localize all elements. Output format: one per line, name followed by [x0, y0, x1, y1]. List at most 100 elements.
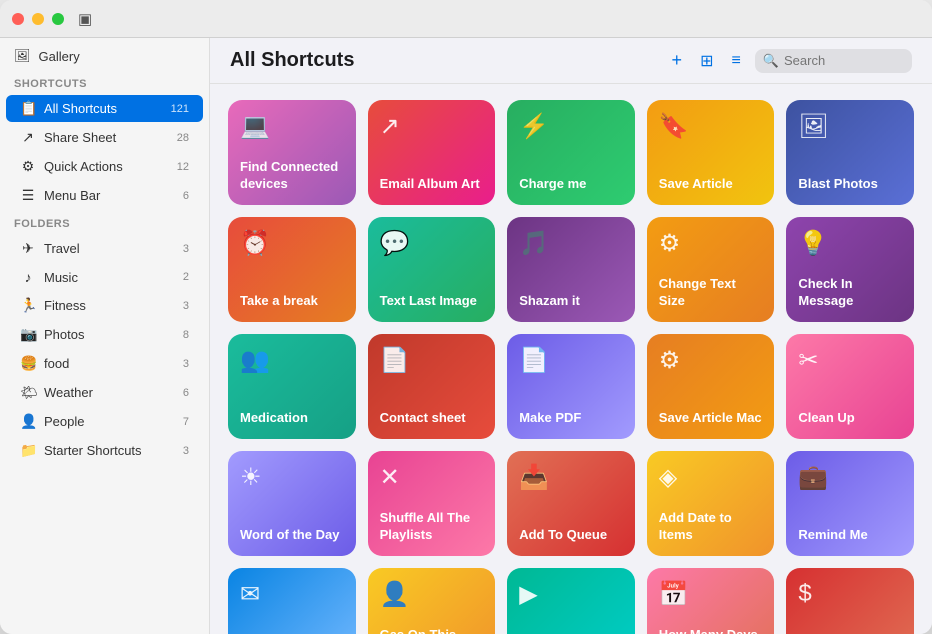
sidebar-item-travel[interactable]: ✈ Travel 3 [6, 235, 203, 262]
sidebar-item-photos[interactable]: 📷 Photos 8 [6, 321, 203, 348]
shortcut-label-email-album-art: Email Album Art [380, 176, 484, 193]
starter-shortcuts-icon: 📁 [20, 442, 36, 459]
travel-badge: 3 [183, 243, 189, 255]
sidebar-item-quick-actions[interactable]: ⚙ Quick Actions 12 [6, 153, 203, 180]
shortcut-label-take-a-break: Take a break [240, 293, 344, 310]
music-badge: 2 [183, 271, 189, 283]
shortcut-card-blast-photos[interactable]: 🖼 Blast Photos [786, 100, 914, 205]
quick-actions-label: Quick Actions [44, 159, 123, 174]
quick-actions-badge: 12 [177, 161, 189, 173]
shortcut-icon-contact-sheet: 📄 [380, 346, 484, 375]
shortcut-icon-find-connected: 💻 [240, 112, 344, 141]
add-shortcut-button[interactable]: + [668, 48, 687, 73]
fitness-icon: 🏃 [20, 297, 36, 314]
shortcut-label-medication: Medication [240, 410, 344, 427]
shortcut-card-gas-on-this-street[interactable]: 👤 Gas On This Street [368, 568, 496, 634]
shortcut-label-change-text-size: Change Text Size [659, 276, 763, 310]
sidebar-item-weather[interactable]: 🌤 Weather 6 [6, 379, 203, 406]
window: ▣ 🖼 Gallery Shortcuts 📋 All Shortcuts 12… [0, 0, 932, 634]
music-label: Music [44, 270, 78, 285]
sidebar-item-share-sheet[interactable]: ↗ Share Sheet 28 [6, 124, 203, 151]
shortcut-icon-take-a-break: ⏰ [240, 229, 344, 258]
shortcut-card-calculate-tip[interactable]: $ Calculate Tip [786, 568, 914, 634]
shortcut-label-save-article: Save Article [659, 176, 763, 193]
list-view-button[interactable]: ≡ [727, 50, 744, 72]
shortcut-card-how-many-days-until[interactable]: 📅 How Many Days Until [647, 568, 775, 634]
travel-label: Travel [44, 241, 80, 256]
folders-section-label: Folders [0, 210, 209, 234]
shortcut-card-add-date-to-items[interactable]: ◈ Add Date to Items [647, 451, 775, 556]
shortcut-icon-add-to-queue: 📥 [519, 463, 623, 492]
search-icon: 🔍 [763, 53, 779, 69]
shortcut-card-text-last-image[interactable]: 💬 Text Last Image [368, 217, 496, 322]
panel-title: All Shortcuts [230, 49, 668, 72]
shortcut-card-shuffle-all-playlists[interactable]: ✕ Shuffle All The Playlists [368, 451, 496, 556]
shortcut-card-save-article[interactable]: 🔖 Save Article [647, 100, 775, 205]
sidebar-item-food[interactable]: 🍔 food 3 [6, 350, 203, 377]
shortcut-label-make-pdf: Make PDF [519, 410, 623, 427]
shortcut-card-clean-up[interactable]: ✂ Clean Up [786, 334, 914, 439]
sidebar-toggle-icon[interactable]: ▣ [78, 10, 92, 28]
music-icon: ♪ [20, 269, 36, 285]
shortcut-card-change-text-size[interactable]: ⚙ Change Text Size [647, 217, 775, 322]
all-shortcuts-label: All Shortcuts [44, 101, 117, 116]
shortcut-label-clean-up: Clean Up [798, 410, 902, 427]
share-sheet-label: Share Sheet [44, 130, 116, 145]
shortcut-card-find-connected[interactable]: 💻 Find Connected devices [228, 100, 356, 205]
all-shortcuts-icon: 📋 [20, 100, 36, 117]
shortcut-card-contact-sheet[interactable]: 📄 Contact sheet [368, 334, 496, 439]
shortcut-card-save-article-mac[interactable]: ⚙ Save Article Mac [647, 334, 775, 439]
shortcut-card-word-of-the-day[interactable]: ☀ Word of the Day [228, 451, 356, 556]
close-button[interactable] [12, 13, 24, 25]
people-badge: 7 [183, 416, 189, 428]
maximize-button[interactable] [52, 13, 64, 25]
shortcut-card-take-a-break[interactable]: ⏰ Take a break [228, 217, 356, 322]
shortcut-label-charge-me: Charge me [519, 176, 623, 193]
shortcut-card-charge-me[interactable]: ⚡ Charge me [507, 100, 635, 205]
shortcut-icon-how-many-days-until: 📅 [659, 580, 763, 609]
shortcut-card-remind-me[interactable]: 💼 Remind Me [786, 451, 914, 556]
main-content: 🖼 Gallery Shortcuts 📋 All Shortcuts 121 … [0, 38, 932, 634]
shortcut-icon-save-article-mac: ⚙ [659, 346, 763, 375]
sidebar-item-starter-shortcuts[interactable]: 📁 Starter Shortcuts 3 [6, 437, 203, 464]
sidebar-item-fitness[interactable]: 🏃 Fitness 3 [6, 292, 203, 319]
traffic-lights [12, 13, 64, 25]
shortcut-label-shuffle-all-playlists: Shuffle All The Playlists [380, 510, 484, 544]
shortcut-icon-shuffle-all-playlists: ✕ [380, 463, 484, 492]
shortcut-icon-shazam-it: 🎵 [519, 229, 623, 258]
shortcut-label-shazam-it: Shazam it [519, 293, 623, 310]
shortcut-icon-blast-photos: 🖼 [798, 112, 902, 141]
shortcut-icon-add-date-to-items: ◈ [659, 463, 763, 492]
shortcut-label-find-connected: Find Connected devices [240, 159, 344, 193]
shortcut-icon-charge-me: ⚡ [519, 112, 623, 141]
shortcut-card-shazam-it[interactable]: 🎵 Shazam it [507, 217, 635, 322]
shortcut-card-email-myself[interactable]: ✉ Email Myself [228, 568, 356, 634]
search-input[interactable] [784, 53, 904, 68]
shortcut-icon-sort-lines: ▶ [519, 580, 623, 609]
quick-actions-icon: ⚙ [20, 158, 36, 175]
shortcut-card-make-pdf[interactable]: 📄 Make PDF [507, 334, 635, 439]
shortcut-card-add-to-queue[interactable]: 📥 Add To Queue [507, 451, 635, 556]
travel-icon: ✈ [20, 240, 36, 257]
panel-actions: + ⊞ ≡ 🔍 [668, 48, 912, 73]
shortcut-icon-calculate-tip: $ [798, 580, 902, 608]
minimize-button[interactable] [32, 13, 44, 25]
shortcut-label-blast-photos: Blast Photos [798, 176, 902, 193]
shortcut-card-medication[interactable]: 👥 Medication [228, 334, 356, 439]
shortcut-icon-medication: 👥 [240, 346, 344, 375]
gallery-label: Gallery [39, 49, 80, 64]
sidebar-item-music[interactable]: ♪ Music 2 [6, 264, 203, 290]
shortcut-label-word-of-the-day: Word of the Day [240, 527, 344, 544]
shortcut-card-email-album-art[interactable]: ↗ Email Album Art [368, 100, 496, 205]
shortcut-icon-remind-me: 💼 [798, 463, 902, 492]
shortcut-card-sort-lines[interactable]: ▶ Sort Lines [507, 568, 635, 634]
sidebar-item-all-shortcuts[interactable]: 📋 All Shortcuts 121 [6, 95, 203, 122]
shortcut-card-check-in-message[interactable]: 💡 Check In Message [786, 217, 914, 322]
shortcut-icon-email-myself: ✉ [240, 580, 344, 609]
sidebar-gallery-item[interactable]: 🖼 Gallery [0, 38, 209, 70]
grid-view-button[interactable]: ⊞ [696, 49, 717, 73]
sidebar-item-people[interactable]: 👤 People 7 [6, 408, 203, 435]
shortcuts-grid: 💻 Find Connected devices ↗ Email Album A… [210, 84, 932, 634]
all-shortcuts-badge: 121 [171, 103, 189, 115]
sidebar-item-menu-bar[interactable]: ☰ Menu Bar 6 [6, 182, 203, 209]
